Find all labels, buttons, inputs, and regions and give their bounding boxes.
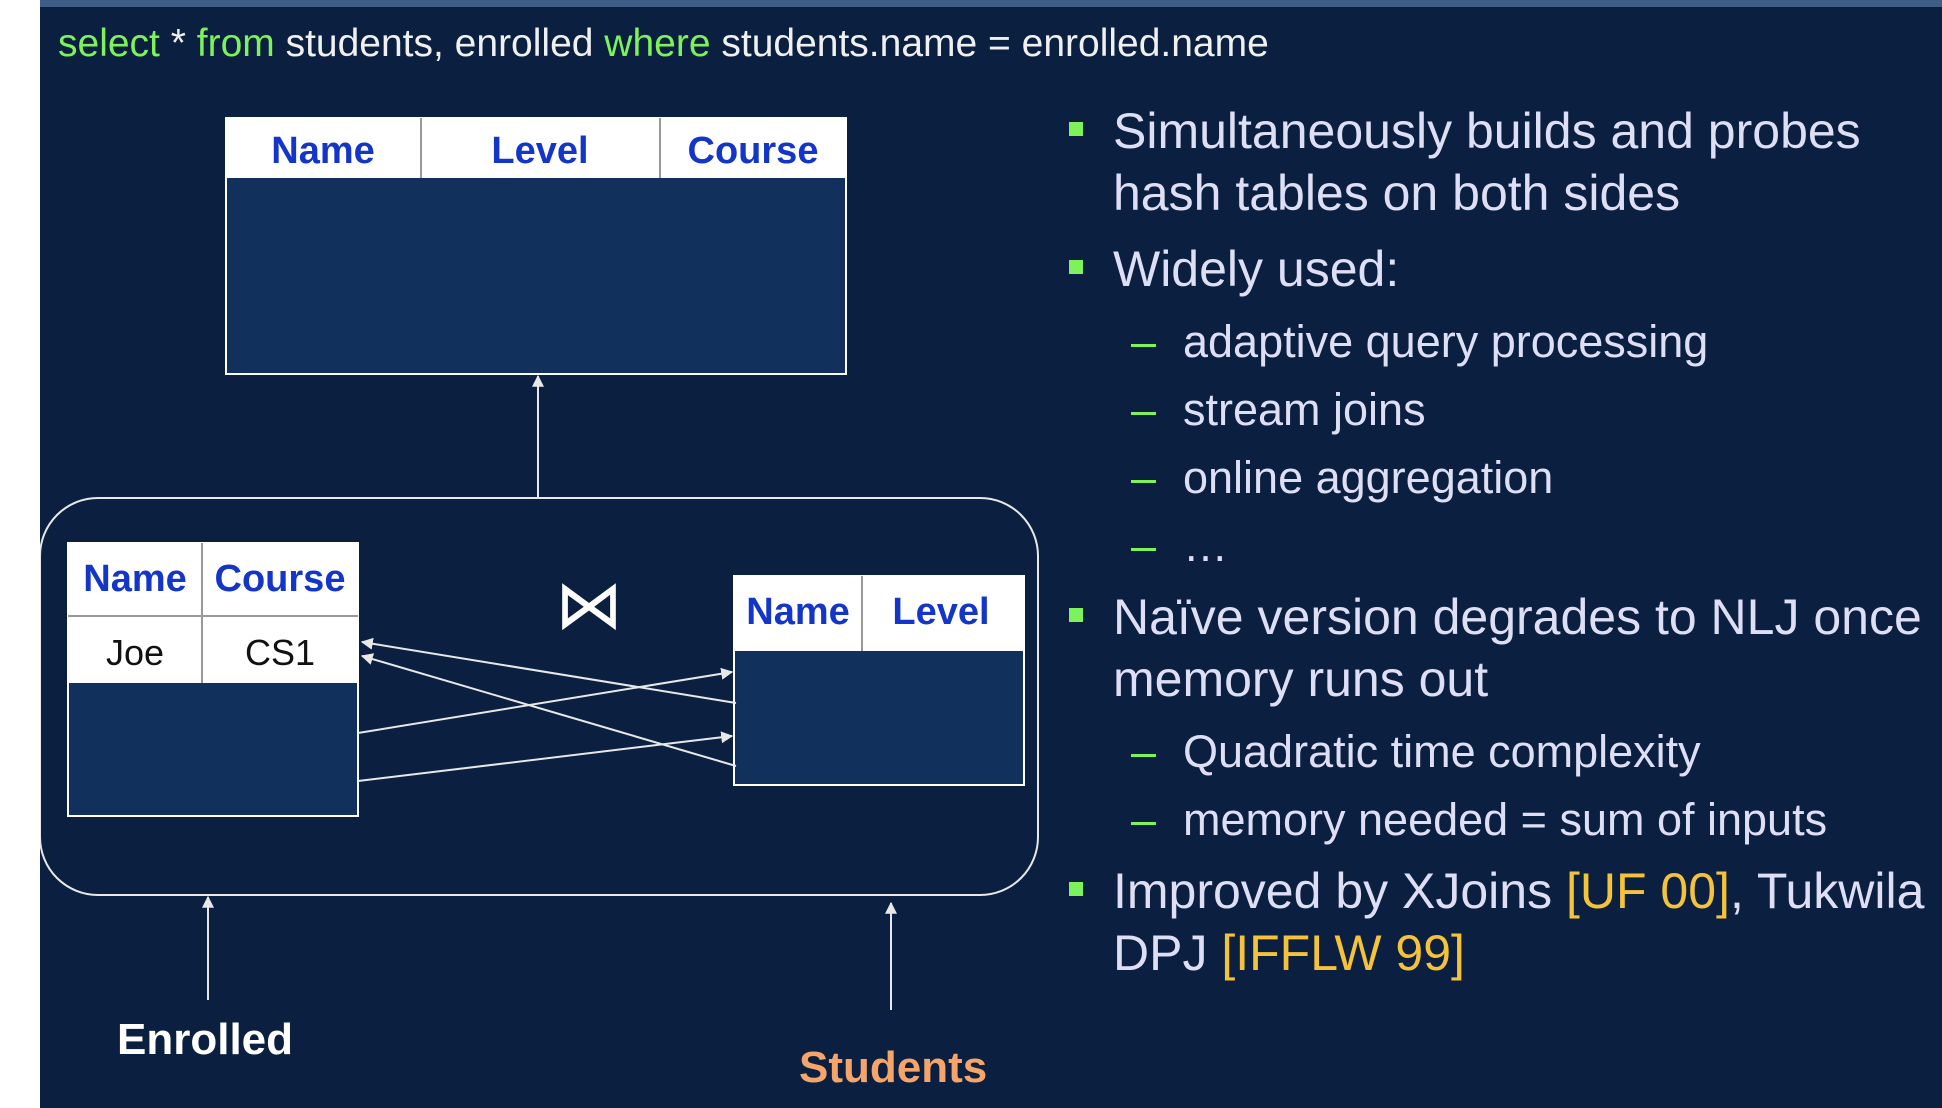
enrolled-hash-table: Name Course Joe CS1: [67, 542, 359, 817]
dash-icon: –: [1131, 452, 1157, 503]
bullet-square-icon: [1069, 882, 1083, 896]
bullet-text: Simultaneously builds and probes hash ta…: [1113, 103, 1861, 221]
sub-bullet-item: –…: [1065, 518, 1942, 574]
output-table-body: [226, 178, 846, 374]
students-table-body: [734, 651, 1024, 785]
bullet-square-icon: [1069, 608, 1083, 622]
sub-bullet-text: Quadratic time complexity: [1183, 726, 1701, 777]
output-header-level: Level: [491, 130, 588, 172]
citation-ifflw99: [IFFLW 99]: [1221, 925, 1465, 981]
slide: select * from students, enrolled where s…: [40, 0, 1942, 1108]
sub-bullet-item: – adaptive query processing: [1065, 314, 1942, 370]
sub-bullet-item: – online aggregation: [1065, 450, 1942, 506]
bullet-text: Improved by XJoins: [1113, 863, 1566, 919]
bullet-item: Simultaneously builds and probes hash ta…: [1065, 100, 1942, 224]
enrolled-header-course: Course: [215, 558, 346, 600]
sub-bullet-text: memory needed = sum of inputs: [1183, 794, 1828, 845]
bullet-item: Naïve version degrades to NLJ once memor…: [1065, 586, 1942, 710]
bullet-item: Widely used:: [1065, 238, 1942, 300]
students-header-name: Name: [746, 591, 850, 633]
enrolled-table-body: [68, 683, 358, 816]
sub-bullet-text: stream joins: [1183, 384, 1426, 435]
bullet-square-icon: [1069, 260, 1083, 274]
dash-icon: –: [1131, 316, 1157, 367]
sub-bullet-item: – stream joins: [1065, 382, 1942, 438]
join-diagram: Name Level Course Name Course Joe CS1 Na…: [40, 117, 1039, 1010]
sub-bullet-text: adaptive query processing: [1183, 316, 1709, 367]
sub-bullet-text: online aggregation: [1183, 452, 1554, 503]
citation-uf00: [UF 00]: [1565, 863, 1730, 919]
dash-icon: –: [1131, 384, 1157, 435]
sub-bullet-item: – Quadratic time complexity: [1065, 724, 1942, 780]
dash-icon: –: [1131, 520, 1157, 571]
bullet-square-icon: [1069, 122, 1083, 136]
enrolled-cell-course: CS1: [245, 632, 315, 673]
students-header-level: Level: [892, 591, 989, 633]
students-label: Students: [799, 1043, 988, 1092]
sub-bullet-item: – memory needed = sum of inputs: [1065, 792, 1942, 848]
output-header-course: Course: [688, 130, 819, 172]
bullet-list: Simultaneously builds and probes hash ta…: [1065, 100, 1942, 998]
enrolled-cell-name: Joe: [106, 632, 164, 673]
dash-icon: –: [1131, 794, 1157, 845]
probe-arrow-enrolled-to-students-1: [357, 667, 734, 734]
students-hash-table: Name Level: [733, 575, 1025, 786]
enrolled-header-name: Name: [83, 558, 187, 600]
join-symbol: ⋈: [555, 567, 623, 643]
output-table: Name Level Course: [225, 117, 847, 375]
sub-bullet-text: …: [1183, 520, 1228, 571]
enrolled-label: Enrolled: [117, 1015, 294, 1064]
output-header-name: Name: [271, 130, 375, 172]
bullet-item: Improved by XJoins [UF 00], Tukwila DPJ …: [1065, 860, 1942, 984]
dash-icon: –: [1131, 726, 1157, 777]
bullet-text: Widely used:: [1113, 241, 1400, 297]
bullet-text: Naïve version degrades to NLJ once memor…: [1113, 589, 1922, 707]
probe-arrow-enrolled-to-students-2: [357, 731, 734, 782]
